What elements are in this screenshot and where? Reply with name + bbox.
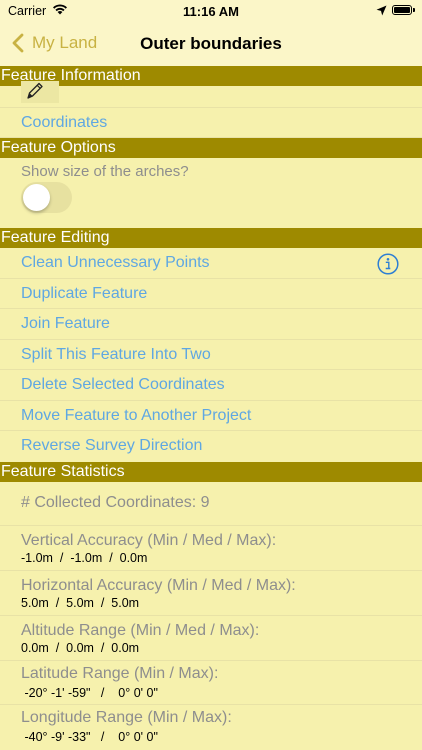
stat-horizontal-accuracy: Horizontal Accuracy (Min / Med / Max): 5…	[0, 571, 422, 616]
battery-icon	[392, 5, 415, 15]
pencil-icon	[27, 82, 43, 99]
join-feature-link[interactable]: Join Feature	[21, 315, 110, 333]
altitude-range-label: Altitude Range (Min / Med / Max):	[21, 622, 260, 639]
stat-longitude-range: Longitude Range (Min / Max): -40° -9' -3…	[0, 705, 422, 750]
section-header-feature-options: Feature Options	[0, 138, 422, 158]
longitude-range-value: -40° -9' -33" / 0° 0' 0"	[21, 730, 158, 744]
coordinates-link[interactable]: Coordinates	[21, 114, 107, 132]
stat-vertical-accuracy: Vertical Accuracy (Min / Med / Max): -1.…	[0, 526, 422, 571]
editing-item-delete-coordinates[interactable]: Delete Selected Coordinates	[0, 370, 422, 401]
horizontal-accuracy-label: Horizontal Accuracy (Min / Med / Max):	[21, 577, 296, 594]
altitude-range-value: 0.0m / 0.0m / 0.0m	[21, 641, 140, 655]
editing-item-split[interactable]: Split This Feature Into Two	[0, 340, 422, 370]
edit-button[interactable]	[21, 81, 59, 103]
editing-item-clean-points[interactable]: Clean Unnecessary Points	[0, 248, 422, 279]
location-arrow-icon	[376, 4, 387, 19]
info-icon[interactable]	[377, 253, 399, 275]
section-header-feature-statistics: Feature Statistics	[0, 462, 422, 482]
clean-points-link[interactable]: Clean Unnecessary Points	[21, 254, 210, 272]
vertical-accuracy-label: Vertical Accuracy (Min / Med / Max):	[21, 532, 277, 549]
stat-collected-coordinates: # Collected Coordinates: 9	[0, 482, 422, 526]
section-header-feature-information: Feature Information	[0, 66, 422, 86]
editing-item-move[interactable]: Move Feature to Another Project	[0, 401, 422, 431]
delete-coordinates-link[interactable]: Delete Selected Coordinates	[21, 376, 225, 394]
duplicate-feature-link[interactable]: Duplicate Feature	[21, 285, 147, 303]
arches-option-label: Show size of the arches?	[21, 163, 189, 180]
coordinates-row[interactable]: Coordinates	[0, 108, 422, 138]
latitude-range-label: Latitude Range (Min / Max):	[21, 665, 219, 682]
vertical-accuracy-value: -1.0m / -1.0m / 0.0m	[21, 551, 148, 565]
split-feature-link[interactable]: Split This Feature Into Two	[21, 346, 211, 364]
stat-latitude-range: Latitude Range (Min / Max): -20° -1' -59…	[0, 661, 422, 705]
longitude-range-label: Longitude Range (Min / Max):	[21, 709, 232, 726]
editing-item-join[interactable]: Join Feature	[0, 309, 422, 340]
editing-item-reverse[interactable]: Reverse Survey Direction	[0, 431, 422, 462]
latitude-range-value: -20° -1' -59" / 0° 0' 0"	[21, 686, 158, 700]
toggle-knob	[23, 184, 50, 211]
move-feature-link[interactable]: Move Feature to Another Project	[21, 407, 251, 425]
collected-coordinates-text: # Collected Coordinates: 9	[21, 494, 210, 511]
clock: 11:16 AM	[183, 4, 239, 19]
status-bar: Carrier 11:16 AM	[0, 0, 422, 24]
horizontal-accuracy-value: 5.0m / 5.0m / 5.0m	[21, 596, 140, 610]
stat-altitude-range: Altitude Range (Min / Med / Max): 0.0m /…	[0, 616, 422, 661]
arches-toggle[interactable]	[21, 182, 72, 213]
section-header-feature-editing: Feature Editing	[0, 228, 422, 248]
reverse-direction-link[interactable]: Reverse Survey Direction	[21, 437, 202, 455]
pencil-row	[0, 86, 422, 108]
navigation-bar: My Land Outer boundaries	[0, 24, 422, 66]
page-title: Outer boundaries	[140, 34, 282, 53]
editing-item-duplicate[interactable]: Duplicate Feature	[0, 279, 422, 309]
